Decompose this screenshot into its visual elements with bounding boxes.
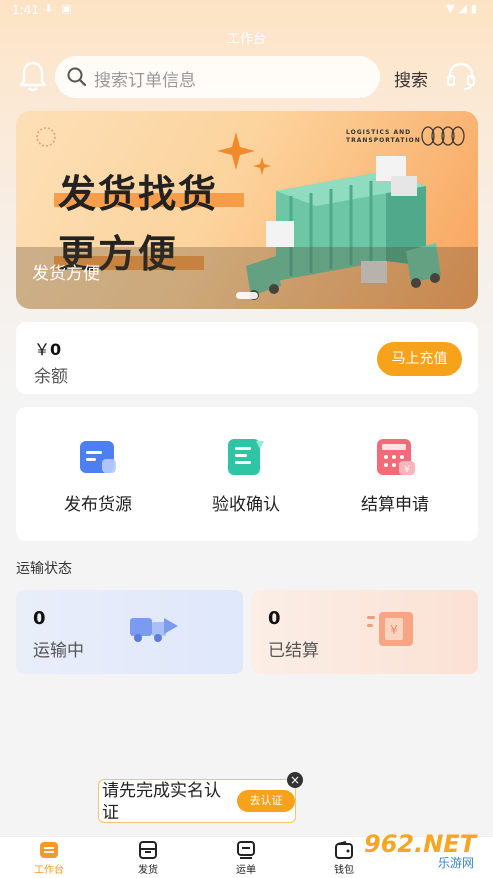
- waybill-icon: [236, 841, 256, 859]
- currency-symbol: ￥: [34, 340, 51, 359]
- action-acceptance[interactable]: 验收确认: [186, 437, 306, 515]
- search-placeholder: 搜索订单信息: [94, 71, 196, 91]
- section-title: 运输状态: [16, 561, 72, 577]
- notification-icons: ⬇▣: [44, 2, 80, 15]
- status-time: 1:41: [12, 3, 39, 17]
- balance-amount: ￥0: [34, 336, 61, 360]
- balance-value: 0: [50, 340, 62, 359]
- truck-icon: [130, 618, 178, 642]
- publish-cargo-icon: [78, 437, 118, 477]
- recharge-button[interactable]: 马上充值: [377, 342, 462, 376]
- system-icons: ▼◢▮: [446, 2, 481, 15]
- bell-icon[interactable]: [19, 60, 47, 92]
- balance-card: ￥0 余额 马上充值: [16, 322, 478, 394]
- settled-count: 0: [268, 608, 281, 629]
- svg-text:¥: ¥: [390, 623, 398, 637]
- settlement-icon: ¥: [375, 437, 415, 477]
- verify-identity-popup[interactable]: 请先完成实名认证 去认证: [98, 779, 296, 823]
- workbench-icon: [39, 841, 59, 859]
- close-icon[interactable]: ×: [287, 772, 303, 788]
- search-button[interactable]: 搜索: [394, 66, 428, 91]
- site-watermark: 962.NET 乐游网: [358, 828, 488, 872]
- search-icon: [67, 67, 87, 87]
- verify-message: 请先完成实名认证: [102, 781, 221, 823]
- box-icon: [138, 841, 158, 859]
- settled-card[interactable]: 0 已结算 ¥: [251, 590, 478, 674]
- settled-label: 已结算: [268, 641, 319, 661]
- wallet-icon: [334, 841, 354, 859]
- tab-workbench[interactable]: 工作台: [19, 841, 79, 876]
- watermark-sub: 乐游网: [438, 856, 475, 870]
- action-label: 结算申请: [361, 495, 429, 515]
- action-publish-cargo[interactable]: 发布货源: [38, 437, 158, 515]
- action-settlement[interactable]: ¥ 结算申请: [335, 437, 455, 515]
- tab-label: 发货: [138, 865, 158, 876]
- in-transit-count: 0: [33, 608, 46, 629]
- tab-label: 工作台: [34, 865, 64, 876]
- status-bar: 1:41 ⬇▣ ▼◢▮: [0, 0, 493, 22]
- globe-icon: [36, 127, 56, 147]
- verify-button[interactable]: 去认证: [237, 790, 295, 812]
- banner-headline-1: 发货找货: [58, 172, 219, 216]
- headset-icon[interactable]: [445, 60, 477, 92]
- tab-waybill[interactable]: 运单: [216, 841, 276, 876]
- settlement-receipt-icon: ¥: [367, 612, 413, 646]
- coil-icon: [421, 126, 465, 146]
- in-transit-card[interactable]: 0 运输中: [16, 590, 243, 674]
- quick-actions-card: 发布货源 验收确认 ¥ 结算申请: [16, 407, 478, 541]
- tab-ship[interactable]: 发货: [118, 841, 178, 876]
- in-transit-label: 运输中: [33, 641, 84, 661]
- tab-label: 运单: [236, 865, 256, 876]
- acceptance-icon: [226, 437, 266, 477]
- promo-banner[interactable]: 发货找货 更方便 LOGISTICS AND TRANSPORTATION 发货…: [16, 111, 478, 309]
- page-title: 工作台: [226, 32, 266, 47]
- banner-brand-text: LOGISTICS AND TRANSPORTATION: [346, 129, 421, 144]
- banner-caption: 发货方便: [32, 264, 100, 284]
- tab-label: 钱包: [334, 865, 354, 876]
- action-label: 发布货源: [64, 495, 132, 515]
- search-input[interactable]: 搜索订单信息: [55, 56, 380, 98]
- carousel-indicator[interactable]: [236, 292, 258, 299]
- balance-label: 余额: [34, 367, 68, 387]
- svg-text:¥: ¥: [404, 465, 410, 475]
- action-label: 验收确认: [212, 495, 280, 515]
